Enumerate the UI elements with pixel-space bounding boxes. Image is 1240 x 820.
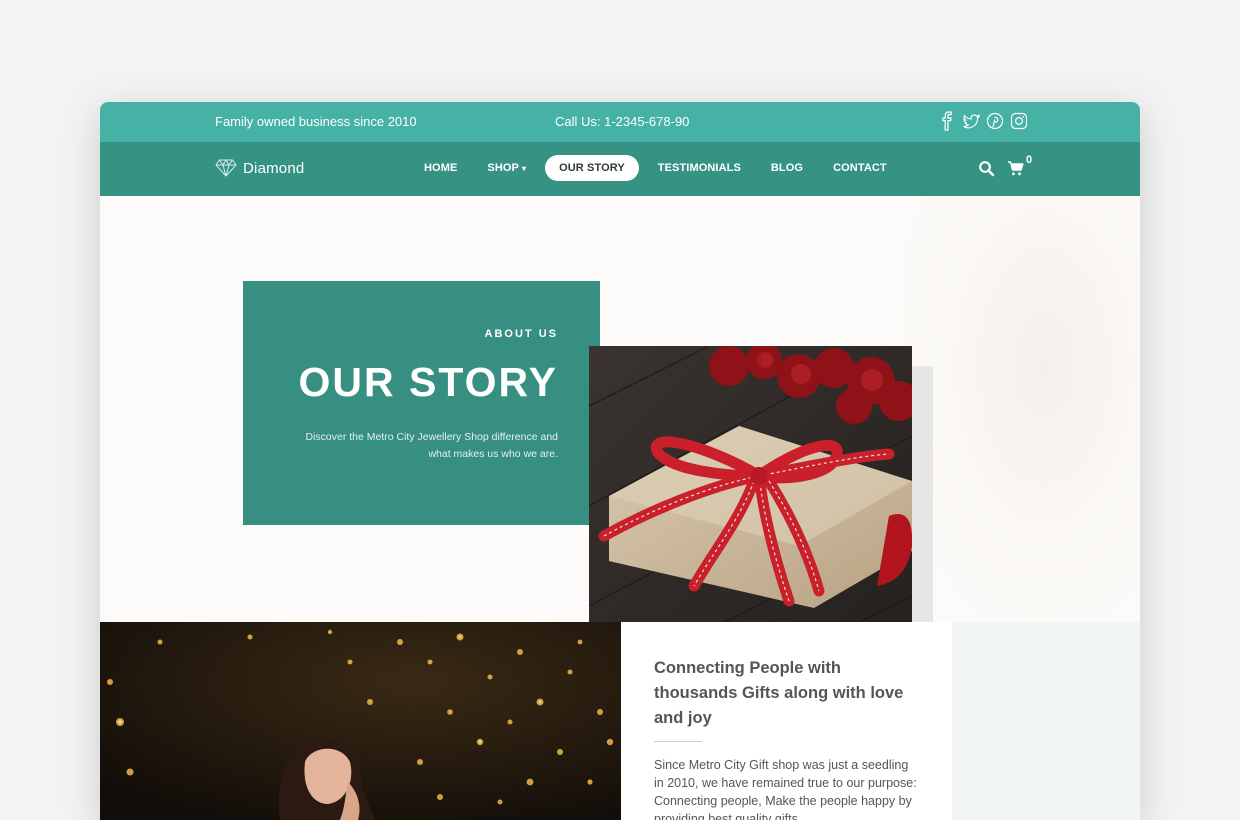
tagline: Family owned business since 2010 (215, 114, 417, 129)
divider (654, 741, 702, 742)
cart-button[interactable]: 0 (1007, 154, 1032, 177)
nav-item-blog[interactable]: BLOG (760, 155, 814, 181)
side-panel (952, 622, 1140, 820)
social-links (938, 111, 1028, 131)
nav-item-label: SHOP (487, 162, 519, 174)
about-body: Since Metro City Gift shop was just a se… (654, 758, 917, 820)
caret-down-icon: ▾ (521, 163, 527, 173)
logo[interactable]: Diamond (215, 158, 304, 178)
hero-section: ABOUT US OUR STORY Discover the Metro Ci… (100, 196, 1140, 622)
nav-item-testimonials[interactable]: TESTIMONIALS (647, 155, 752, 181)
nav-actions: 0 (978, 154, 1032, 177)
cart-icon (1007, 160, 1025, 177)
phone-number[interactable]: Call Us: 1-2345-678-90 (555, 114, 689, 129)
pinterest-icon[interactable] (986, 111, 1004, 131)
nav-item-label: OUR STORY (559, 162, 625, 174)
hero-card: ABOUT US OUR STORY Discover the Metro Ci… (243, 281, 600, 525)
hero-description: Discover the Metro City Jewellery Shop d… (305, 431, 558, 460)
diamond-icon (215, 158, 237, 178)
hero-background-decoration (900, 196, 1140, 622)
instagram-icon[interactable] (1010, 111, 1028, 131)
gift-box-image (589, 346, 912, 622)
nav-item-contact[interactable]: CONTACT (822, 155, 898, 181)
nav-item-label: TESTIMONIALS (657, 162, 741, 174)
logo-text: Diamond (243, 159, 305, 177)
nav-item-label: HOME (424, 162, 458, 174)
nav-item-our-story[interactable]: OUR STORY (545, 155, 639, 181)
search-icon[interactable] (978, 160, 995, 177)
nav-item-home[interactable]: HOME (413, 155, 468, 181)
nav-item-label: BLOG (770, 162, 804, 174)
top-bar: Family owned business since 2010 Call Us… (100, 102, 1140, 142)
hero-eyebrow: ABOUT US (484, 328, 558, 340)
facebook-icon[interactable] (938, 111, 956, 131)
about-heading: Connecting People with thousands Gifts a… (654, 659, 904, 727)
about-text-panel: Connecting People with thousands Gifts a… (621, 622, 952, 820)
main-nav: Diamond HOME SHOP ▾ OUR STORY TESTIMONIA… (100, 142, 1140, 196)
twitter-icon[interactable] (962, 111, 980, 131)
nav-menu: HOME SHOP ▾ OUR STORY TESTIMONIALS BLOG … (413, 155, 906, 181)
nav-item-label: CONTACT (833, 162, 887, 174)
woman-bokeh-image (100, 622, 621, 820)
page-title: OUR STORY (298, 359, 558, 405)
nav-item-shop[interactable]: SHOP ▾ (476, 155, 537, 181)
browser-frame: Family owned business since 2010 Call Us… (100, 102, 1140, 820)
cart-count-badge: 0 (1026, 154, 1033, 166)
